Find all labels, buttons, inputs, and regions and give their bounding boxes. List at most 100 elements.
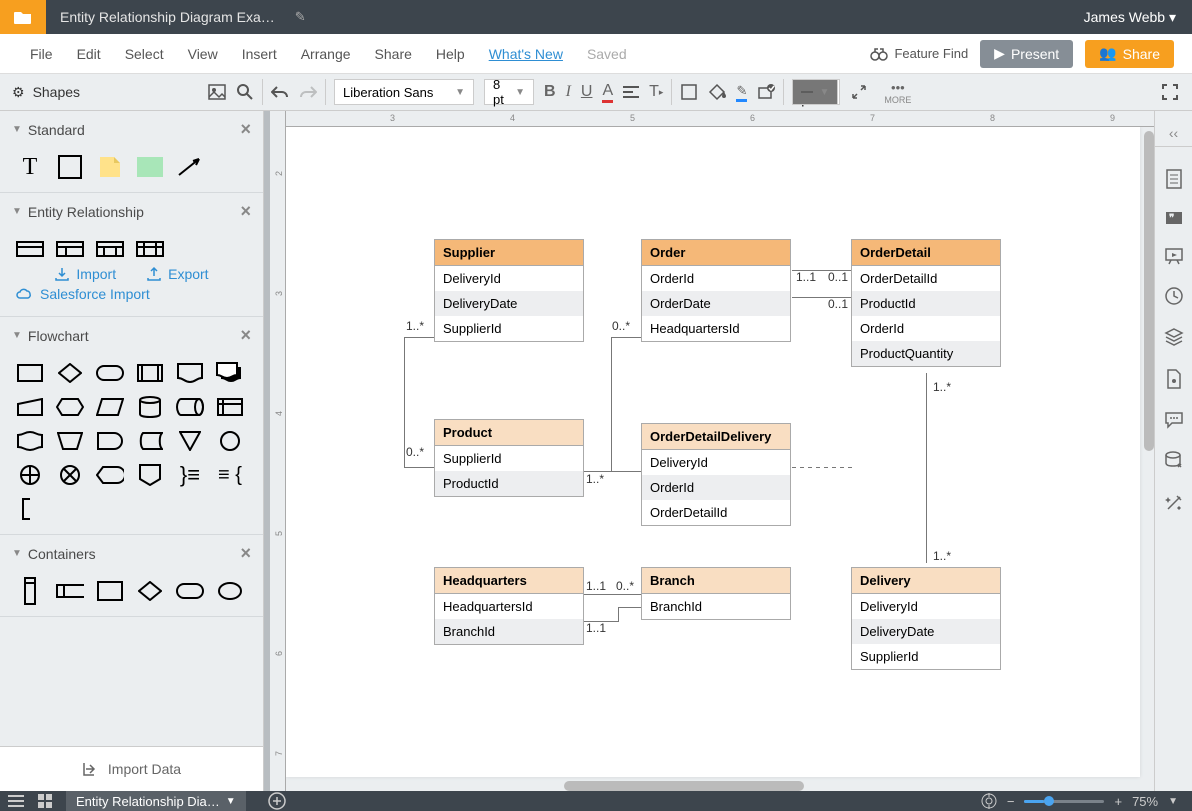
import-link[interactable]: Import <box>54 266 116 282</box>
section-flowchart-header[interactable]: ▼Flowchart× <box>0 317 263 354</box>
cont-1[interactable] <box>16 580 44 602</box>
shape-options-icon[interactable] <box>757 83 775 101</box>
fc-db[interactable] <box>136 396 164 418</box>
fc-multidoc[interactable] <box>216 362 244 384</box>
menu-arrange[interactable]: Arrange <box>289 46 363 62</box>
scrollbar-horizontal[interactable] <box>564 781 804 791</box>
menu-whats-new[interactable]: What's New <box>477 46 575 62</box>
user-menu[interactable]: James Webb ▾ <box>1068 9 1192 26</box>
shape-note[interactable] <box>96 156 124 178</box>
bold-icon[interactable]: B <box>544 83 556 101</box>
list-view-icon[interactable] <box>8 794 24 808</box>
align-icon[interactable] <box>623 85 639 99</box>
present-icon[interactable] <box>1164 247 1184 265</box>
fc-hex[interactable] <box>56 396 84 418</box>
feature-find[interactable]: Feature Find <box>870 46 968 61</box>
cont-2[interactable] <box>56 580 84 602</box>
zoom-slider[interactable] <box>1024 800 1104 803</box>
folder-icon[interactable] <box>0 0 46 34</box>
fc-diamond[interactable] <box>56 362 84 384</box>
zoom-in-icon[interactable]: + <box>1114 794 1122 809</box>
border-color-icon[interactable]: ✎ <box>736 83 747 102</box>
salesforce-import-link[interactable]: Salesforce Import <box>16 286 247 302</box>
menu-select[interactable]: Select <box>113 46 176 62</box>
entity-order[interactable]: Order OrderId OrderDate HeadquartersId <box>641 239 791 342</box>
font-select[interactable]: Liberation Sans▼ <box>334 79 474 105</box>
close-icon[interactable]: × <box>240 325 251 346</box>
target-icon[interactable] <box>981 793 997 809</box>
fc-display[interactable] <box>96 464 124 486</box>
font-size-select[interactable]: 8 pt▼ <box>484 79 534 105</box>
entity-order-detail-delivery[interactable]: OrderDetailDelivery DeliveryId OrderId O… <box>641 423 791 526</box>
fc-predef[interactable] <box>136 362 164 384</box>
shape-er-2[interactable] <box>56 238 84 260</box>
rail-collapse-icon[interactable]: ‹‹ <box>1155 119 1192 147</box>
fullscreen-icon[interactable] <box>1162 84 1178 100</box>
entity-branch[interactable]: Branch BranchId <box>641 567 791 620</box>
shape-er-4[interactable] <box>136 238 164 260</box>
fc-manin[interactable] <box>16 396 44 418</box>
zoom-value[interactable]: 75% <box>1132 794 1158 809</box>
fc-connector[interactable] <box>216 430 244 452</box>
redo-icon[interactable] <box>299 85 317 99</box>
zoom-out-icon[interactable]: − <box>1007 794 1015 809</box>
fc-doc[interactable] <box>176 362 204 384</box>
close-icon[interactable]: × <box>240 119 251 140</box>
shape-icon[interactable] <box>680 83 698 101</box>
cont-6[interactable] <box>216 580 244 602</box>
line-style-select[interactable]: ▼ <box>792 79 838 105</box>
text-format-icon[interactable]: T▸ <box>649 83 663 101</box>
fc-brace[interactable]: }≡ <box>176 464 204 486</box>
fc-offpage[interactable] <box>136 464 164 486</box>
shape-rect[interactable] <box>56 156 84 178</box>
comment-icon[interactable] <box>1164 411 1184 429</box>
fc-delay[interactable] <box>96 430 124 452</box>
fc-tape[interactable] <box>16 430 44 452</box>
menu-file[interactable]: File <box>18 46 65 62</box>
section-er-header[interactable]: ▼Entity Relationship× <box>0 193 263 230</box>
grid-view-icon[interactable] <box>38 794 52 808</box>
page-icon[interactable] <box>1166 369 1182 389</box>
canvas[interactable]: 1..* 0..* 1..* 0..* 1..1 0..1 0..1 1..* … <box>286 127 1140 777</box>
export-link[interactable]: Export <box>146 266 208 282</box>
canvas-area[interactable]: 3456789 234567 1..* 0..* 1..* 0..* 1..1 … <box>264 111 1154 791</box>
image-icon[interactable] <box>208 84 226 100</box>
entity-headquarters[interactable]: Headquarters HeadquartersId BranchId <box>434 567 584 645</box>
line-options-icon[interactable] <box>850 83 868 101</box>
fc-internal[interactable] <box>216 396 244 418</box>
fc-data[interactable] <box>96 396 124 418</box>
cont-5[interactable] <box>176 580 204 602</box>
close-icon[interactable]: × <box>240 201 251 222</box>
quote-icon[interactable]: ❞ <box>1165 211 1183 225</box>
cont-4[interactable] <box>136 580 164 602</box>
shape-block[interactable] <box>136 156 164 178</box>
fc-direct[interactable] <box>176 396 204 418</box>
present-button[interactable]: ▶ Present <box>980 40 1073 68</box>
shapes-panel-toggle[interactable]: ⚙ Shapes <box>0 84 200 101</box>
document-title[interactable]: Entity Relationship Diagram Exa… <box>46 9 289 25</box>
shape-er-3[interactable] <box>96 238 124 260</box>
fc-sum[interactable] <box>56 464 84 486</box>
fc-or[interactable] <box>16 464 44 486</box>
section-containers-header[interactable]: ▼Containers× <box>0 535 263 572</box>
fc-stored[interactable] <box>136 430 164 452</box>
search-icon[interactable] <box>236 83 254 101</box>
doc-icon[interactable] <box>1165 169 1183 189</box>
menu-edit[interactable]: Edit <box>65 46 113 62</box>
page-tab[interactable]: Entity Relationship Dia… ▼ <box>66 791 246 811</box>
cont-3[interactable] <box>96 580 124 602</box>
share-button[interactable]: 👥Share <box>1085 40 1174 68</box>
text-color-icon[interactable]: A <box>602 82 613 103</box>
add-page-icon[interactable] <box>268 792 286 810</box>
shape-er-1[interactable] <box>16 238 44 260</box>
menu-help[interactable]: Help <box>424 46 477 62</box>
fc-terminator[interactable] <box>96 362 124 384</box>
scrollbar-vertical[interactable] <box>1144 131 1154 451</box>
fc-annot[interactable] <box>16 498 44 520</box>
undo-icon[interactable] <box>271 85 289 99</box>
underline-icon[interactable]: U <box>581 83 593 101</box>
entity-product[interactable]: Product SupplierId ProductId <box>434 419 584 497</box>
close-icon[interactable]: × <box>240 543 251 564</box>
entity-delivery[interactable]: Delivery DeliveryId DeliveryDate Supplie… <box>851 567 1001 670</box>
entity-order-detail[interactable]: OrderDetail OrderDetailId ProductId Orde… <box>851 239 1001 367</box>
